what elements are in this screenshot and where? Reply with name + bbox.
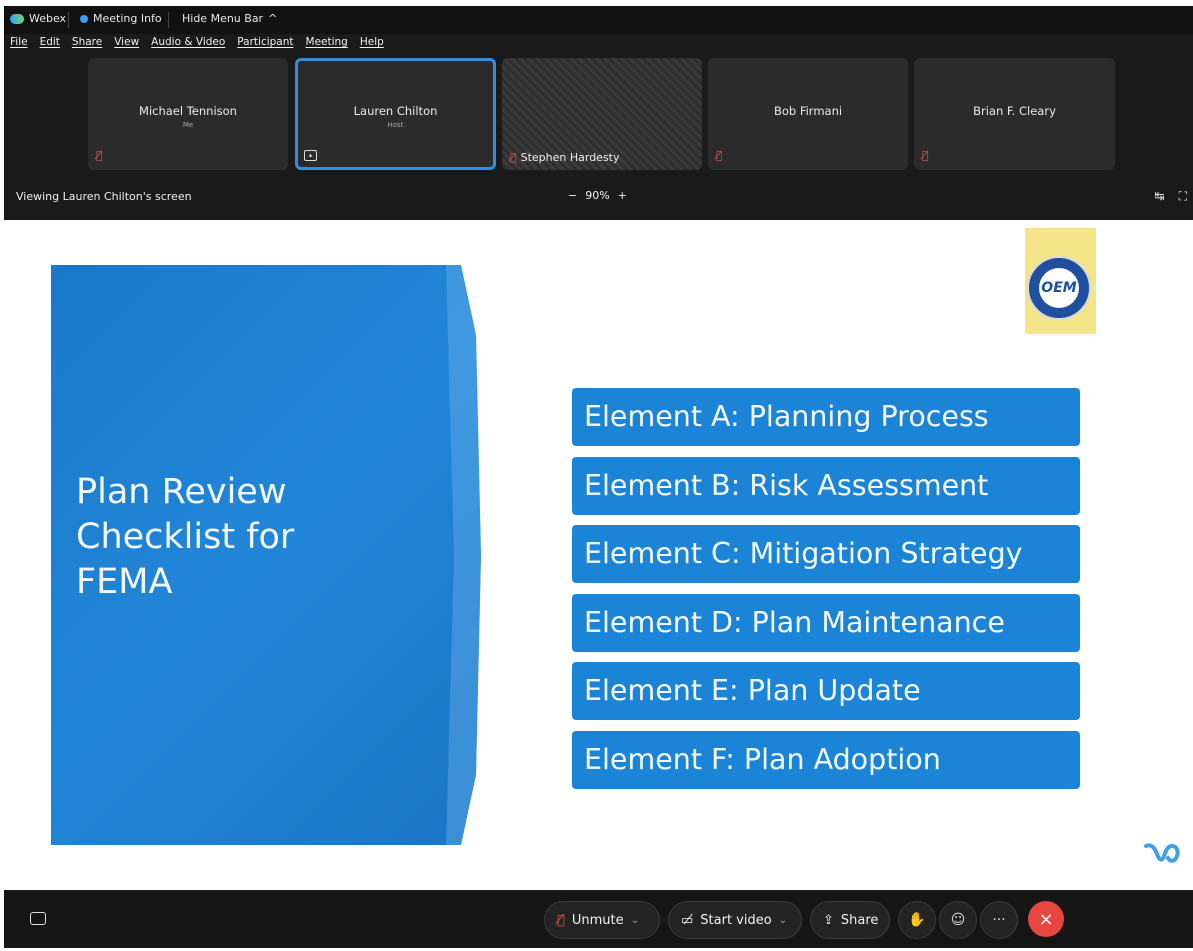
participant-tile[interactable]: Bob Firmani 🎙̸ [708, 58, 908, 170]
title-bar: Webex Meeting Info Hide Menu Bar ^ [4, 6, 1193, 34]
menu-view[interactable]: View [114, 36, 139, 54]
participant-tile[interactable]: Michael Tennison Me 🎙̸ [88, 58, 288, 170]
divider [168, 12, 169, 28]
oem-logo: OEM [1025, 228, 1096, 334]
app-name: Webex [29, 12, 67, 25]
share-screen-icon: ▴ [304, 150, 317, 161]
muted-mic-icon: 🎙̸ [510, 151, 517, 164]
webex-meeting-window: Webex Meeting Info Hide Menu Bar ^ File … [4, 6, 1193, 948]
end-call-button[interactable]: × [1028, 901, 1064, 937]
zoom-in-button[interactable]: + [618, 189, 627, 202]
zoom-out-button[interactable]: − [568, 189, 577, 202]
chat-icon[interactable] [30, 912, 46, 925]
element-item: Element E: Plan Update [572, 662, 1080, 720]
more-options-button[interactable]: ··· [980, 901, 1018, 939]
element-item: Element D: Plan Maintenance [572, 593, 1080, 652]
menu-file[interactable]: File [10, 36, 28, 54]
layout-icon[interactable]: ↹ [1155, 189, 1165, 204]
webex-app-menu[interactable]: Webex [10, 12, 66, 25]
oem-logo-text: OEM [1039, 268, 1079, 308]
menu-help[interactable]: Help [360, 36, 384, 54]
reactions-button[interactable]: ☺ [939, 901, 977, 939]
participant-name: Lauren Chilton [353, 104, 438, 118]
share-label: Share [840, 912, 879, 928]
participant-name: Brian F. Cleary [973, 104, 1056, 118]
reactions-icon: ☺ [950, 912, 966, 928]
hide-menu-label: Hide Menu Bar [182, 12, 264, 25]
unmute-label: Unmute [571, 912, 624, 928]
video-off-icon: ▭̸ [681, 912, 694, 928]
meeting-info-label: Meeting Info [93, 12, 162, 25]
more-icon: ··· [992, 912, 1006, 928]
webex-logo-icon [10, 13, 24, 24]
oem-seal-icon: OEM [1027, 256, 1091, 320]
end-call-icon: × [1038, 908, 1054, 930]
panel-edge-highlight [446, 265, 481, 845]
element-item: Element B: Risk Assessment [572, 456, 1080, 515]
participant-tile[interactable]: Brian F. Cleary 🎙̸ [914, 58, 1115, 170]
menu-edit[interactable]: Edit [40, 36, 60, 54]
chevron-down-icon[interactable]: ⌄ [779, 915, 787, 926]
muted-mic-icon: 🎙̸ [716, 149, 723, 162]
element-item: Element F: Plan Adoption [572, 730, 1080, 789]
zoom-level: 90% [585, 189, 610, 202]
fullscreen-icon[interactable]: ⛶ [1179, 189, 1187, 204]
menu-bar: File Edit Share View Audio & Video Parti… [4, 36, 396, 54]
start-video-label: Start video [700, 912, 772, 928]
participant-tile-active[interactable]: Lauren Chilton Host ▴ [295, 58, 496, 170]
participant-name-label: 🎙̸ Stephen Hardesty [510, 151, 620, 164]
participant-tile[interactable]: 🎙̸ Stephen Hardesty [502, 58, 702, 170]
meeting-info-icon [80, 14, 88, 23]
viewing-bar: Viewing Lauren Chilton's screen − 90% + … [4, 184, 1193, 210]
share-button[interactable]: ⇪ Share [810, 901, 890, 939]
muted-mic-icon: 🎙̸ [922, 149, 929, 162]
slide-title: Plan Review Checklist for FEMA [76, 472, 295, 602]
hide-menu-bar-button[interactable]: Hide Menu Bar ^ [182, 12, 277, 25]
element-item: Element A: Planning Process [572, 388, 1080, 446]
menu-share[interactable]: Share [72, 36, 102, 54]
raise-hand-icon: ✋ [908, 912, 926, 928]
shared-screen-slide: Plan Review Checklist for FEMA OEM Eleme… [4, 220, 1193, 890]
unmute-button[interactable]: 🎙̸ Unmute ⌄ [544, 901, 660, 939]
view-options: ↹ ⛶ [1155, 189, 1187, 204]
zoom-controls: − 90% + [568, 189, 627, 202]
participant-name: Michael Tennison [139, 104, 237, 118]
menu-participant[interactable]: Participant [237, 36, 293, 54]
participant-name: Stephen Hardesty [520, 151, 620, 164]
meeting-controls: 🎙̸ Unmute ⌄ ▭̸ Start video ⌄ ⇪ Share ✋ ☺… [4, 892, 1193, 948]
participant-name: Bob Firmani [773, 104, 843, 118]
element-item: Element C: Mitigation Strategy [572, 525, 1080, 583]
menu-meeting[interactable]: Meeting [306, 36, 348, 54]
participant-role: Me [182, 121, 194, 129]
meeting-info-button[interactable]: Meeting Info [80, 12, 162, 25]
start-video-button[interactable]: ▭̸ Start video ⌄ [668, 901, 802, 939]
muted-mic-icon: 🎙̸ [557, 912, 565, 928]
share-icon: ⇪ [823, 912, 834, 928]
viewing-status: Viewing Lauren Chilton's screen [16, 190, 192, 203]
divider [68, 12, 69, 28]
raise-hand-button[interactable]: ✋ [898, 901, 936, 939]
webex-watermark-icon [1144, 843, 1180, 863]
menu-audio-video[interactable]: Audio & Video [151, 36, 225, 54]
chevron-down-icon[interactable]: ⌄ [631, 915, 639, 926]
participant-role: Host [387, 121, 404, 129]
muted-mic-icon: 🎙̸ [96, 149, 103, 162]
element-list: Element A: Planning Process Element B: R… [572, 388, 1080, 799]
chevron-up-icon: ^ [268, 12, 278, 25]
